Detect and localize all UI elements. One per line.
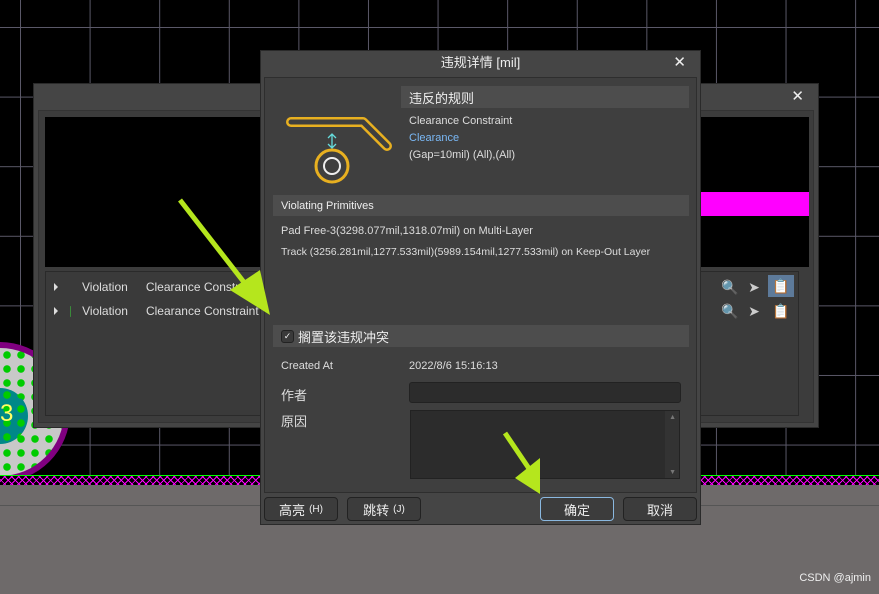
primitive-item: Track (3256.281mil,1277.533mil)(5989.154… xyxy=(281,246,651,258)
scroll-up-icon[interactable]: ▲ xyxy=(669,414,676,421)
close-icon[interactable]: ✕ xyxy=(673,53,686,71)
row-type: Violation xyxy=(82,280,128,294)
scroll-down-icon[interactable]: ▼ xyxy=(669,469,676,476)
rule-name: Clearance Constraint xyxy=(409,115,513,127)
close-icon[interactable]: ✕ xyxy=(791,87,804,105)
waive-label: 搁置该违规冲突 xyxy=(298,329,390,345)
primitive-item: Pad Free-3(3298.077mil,1318.07mil) on Mu… xyxy=(281,225,533,237)
jump-button[interactable]: 跳转 (J) xyxy=(347,497,421,521)
rule-link[interactable]: Clearance xyxy=(409,132,459,144)
rule-detail: (Gap=10mil) (All),(All) xyxy=(409,149,516,161)
scrollbar[interactable] xyxy=(665,411,679,478)
reason-textarea[interactable]: ▲ ▼ xyxy=(410,410,680,479)
author-label: 作者 xyxy=(281,388,308,403)
properties-icon[interactable]: 📋 xyxy=(768,275,794,297)
ok-button[interactable]: 确定 xyxy=(540,497,614,521)
created-at-label: Created At xyxy=(281,360,333,372)
select-cursor-icon[interactable]: ➤ xyxy=(744,277,764,297)
cancel-button[interactable]: 取消 xyxy=(623,497,697,521)
expand-icon[interactable] xyxy=(54,307,58,315)
created-at-value: 2022/8/6 15:16:13 xyxy=(409,360,498,372)
list-item[interactable]: Violation Clearance Constraint (0... xyxy=(46,276,283,298)
reason-label: 原因 xyxy=(281,414,308,429)
violation-details-dialog: 违规详情 [mil] ✕ 违反的规则 Clearance Constraint … xyxy=(260,50,701,525)
rule-header: 违反的规则 xyxy=(401,86,689,108)
properties-icon[interactable]: 📋 xyxy=(771,301,791,321)
waive-checkbox-row[interactable]: ✓ 搁置该违规冲突 xyxy=(273,325,689,347)
expand-icon[interactable] xyxy=(54,283,58,291)
clearance-rule-icon xyxy=(286,117,392,184)
list-item[interactable]: Violation Clearance Constraint ( xyxy=(46,300,266,322)
primitives-header: Violating Primitives xyxy=(273,195,689,216)
zoom-icon[interactable]: 🔍 xyxy=(720,277,740,297)
highlight-button[interactable]: 高亮 (H) xyxy=(264,497,338,521)
author-input[interactable] xyxy=(409,382,681,403)
dialog-title: 违规详情 [mil] xyxy=(440,55,521,70)
checkbox-checked-icon[interactable]: ✓ xyxy=(281,329,294,343)
zoom-icon[interactable]: 🔍 xyxy=(720,301,740,321)
watermark: CSDN @ajmin xyxy=(799,572,871,584)
select-cursor-icon[interactable]: ➤ xyxy=(744,301,764,321)
row-rule: Clearance Constraint ( xyxy=(145,304,266,318)
row-type: Violation xyxy=(82,304,128,318)
